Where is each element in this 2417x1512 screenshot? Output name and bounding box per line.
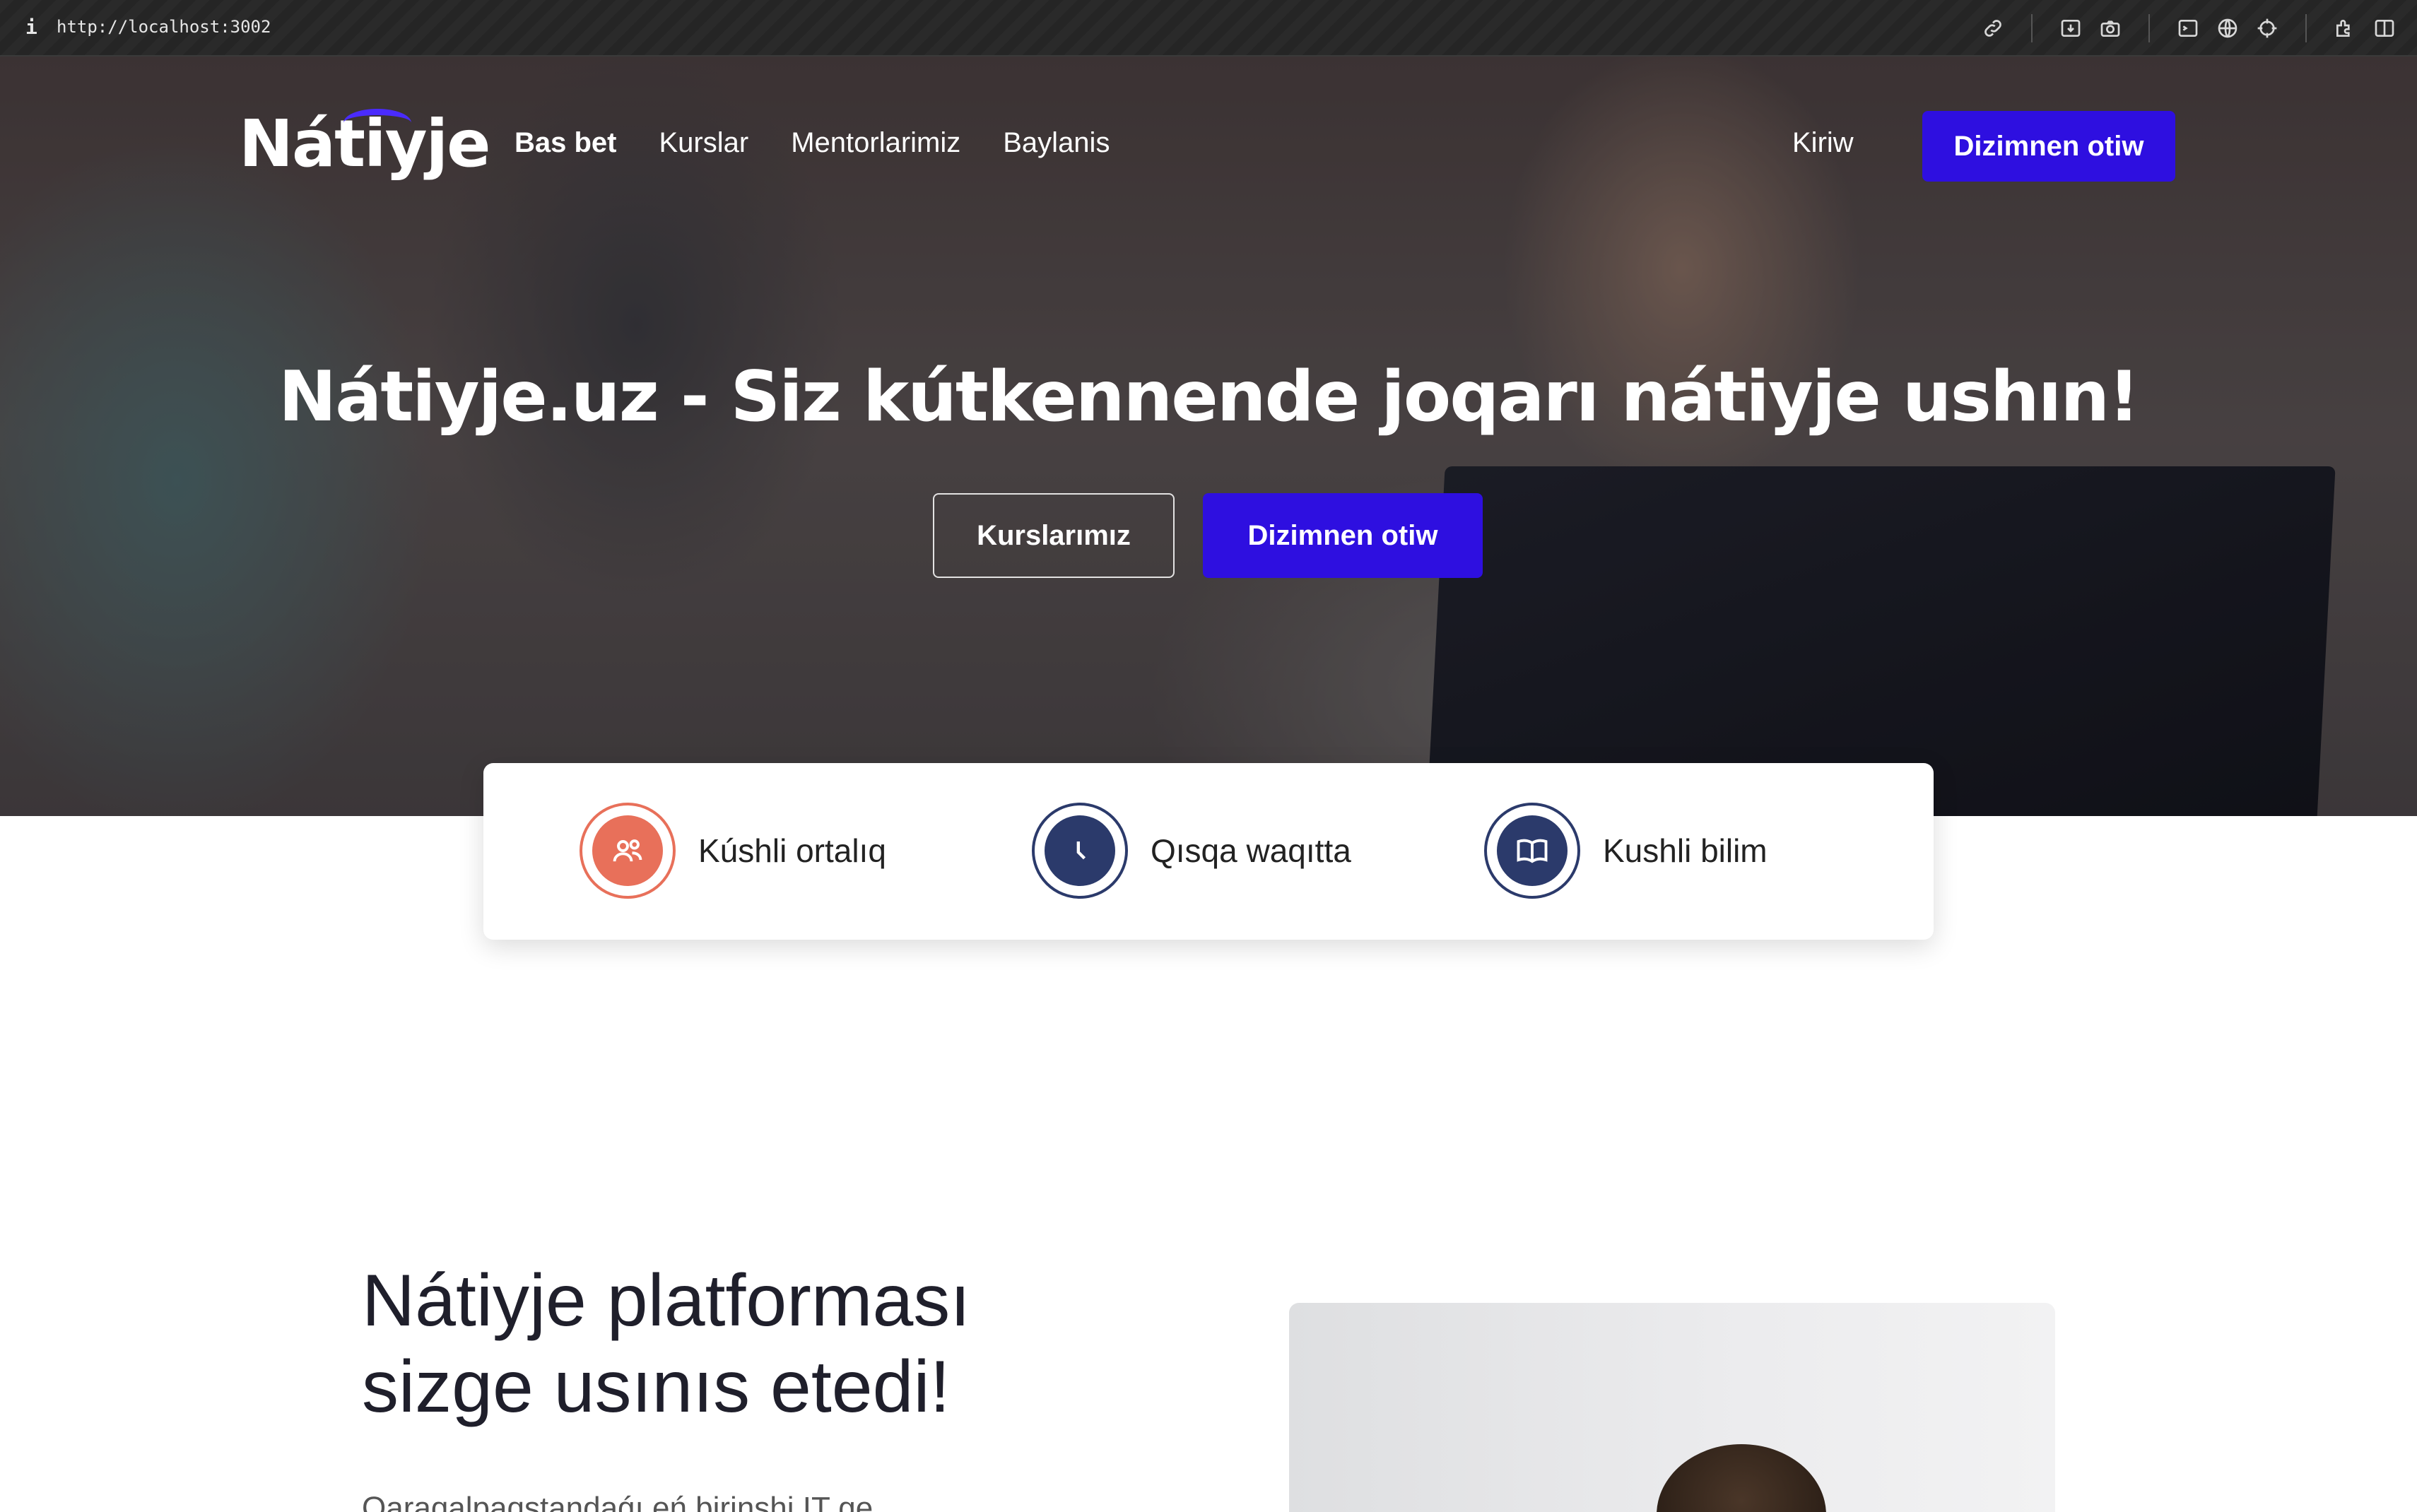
register-button[interactable]: Dizimnen otiw: [1922, 111, 2175, 182]
clock-icon: [1045, 815, 1115, 886]
feature-item-time: Qısqa waqıtta: [1032, 803, 1351, 899]
courses-button[interactable]: Kurslarımız: [933, 493, 1175, 578]
about-title-line: sizge usınıs etedi!: [362, 1346, 951, 1428]
feature-label: Kushli bilim: [1603, 832, 1768, 869]
globe-icon[interactable]: [2212, 13, 2243, 44]
features-card: Kúshli ortalıq Qısqa waqıtta Kushli bili…: [483, 763, 1934, 940]
about-image: [1289, 1303, 2055, 1512]
feature-label: Kúshli ortalıq: [698, 832, 886, 869]
download-icon[interactable]: [2055, 13, 2086, 44]
about-title-line: Nátiyje platforması: [362, 1260, 971, 1342]
toolbar-tools: [1969, 13, 2400, 44]
toolbar-divider: [2031, 14, 2033, 42]
users-icon: [592, 815, 663, 886]
url-bar[interactable]: http://localhost:3002: [57, 17, 271, 37]
feature-icon-ring: [1484, 803, 1580, 899]
camera-icon[interactable]: [2095, 13, 2126, 44]
info-icon[interactable]: i: [25, 16, 37, 39]
extensions-icon[interactable]: [2329, 13, 2360, 44]
terminal-icon[interactable]: [2172, 13, 2204, 44]
crosshair-icon[interactable]: [2252, 13, 2283, 44]
about-description: Qaraqalpaqstandaǵı eń birinshi IT ge: [362, 1491, 874, 1512]
feature-item-environment: Kúshli ortalıq: [580, 803, 886, 899]
browser-toolbar: i http://localhost:3002: [0, 0, 2417, 57]
toolbar-divider: [2148, 14, 2150, 42]
feature-icon-ring: [1032, 803, 1128, 899]
nav-link-home[interactable]: Bas bet: [514, 127, 617, 159]
sidebar-icon[interactable]: [2369, 13, 2400, 44]
book-icon: [1497, 815, 1568, 886]
feature-item-knowledge: Kushli bilim: [1484, 803, 1768, 899]
login-link[interactable]: Kiriw: [1792, 127, 1854, 159]
toolbar-divider: [2305, 14, 2307, 42]
main-nav: Bas bet Kurslar Mentorlarimiz Baylanis: [514, 127, 1152, 159]
about-title: Nátiyje platforması sizge usınıs etedi!: [362, 1258, 1210, 1430]
logo-arc-icon: [343, 109, 411, 137]
hero-register-button[interactable]: Dizimnen otiw: [1203, 493, 1483, 578]
person-photo: [1657, 1444, 1826, 1512]
feature-icon-ring: [580, 803, 676, 899]
nav-link-contact[interactable]: Baylanis: [1003, 127, 1110, 159]
feature-label: Qısqa waqıtta: [1151, 832, 1351, 869]
nav-link-courses[interactable]: Kurslar: [659, 127, 749, 159]
link-icon[interactable]: [1977, 13, 2009, 44]
nav-link-mentors[interactable]: Mentorlarimiz: [791, 127, 960, 159]
hero-title: Nátiyje.uz - Siz kútkennende joqarı náti…: [278, 357, 2140, 437]
site-logo[interactable]: Nátiyje: [239, 106, 490, 182]
